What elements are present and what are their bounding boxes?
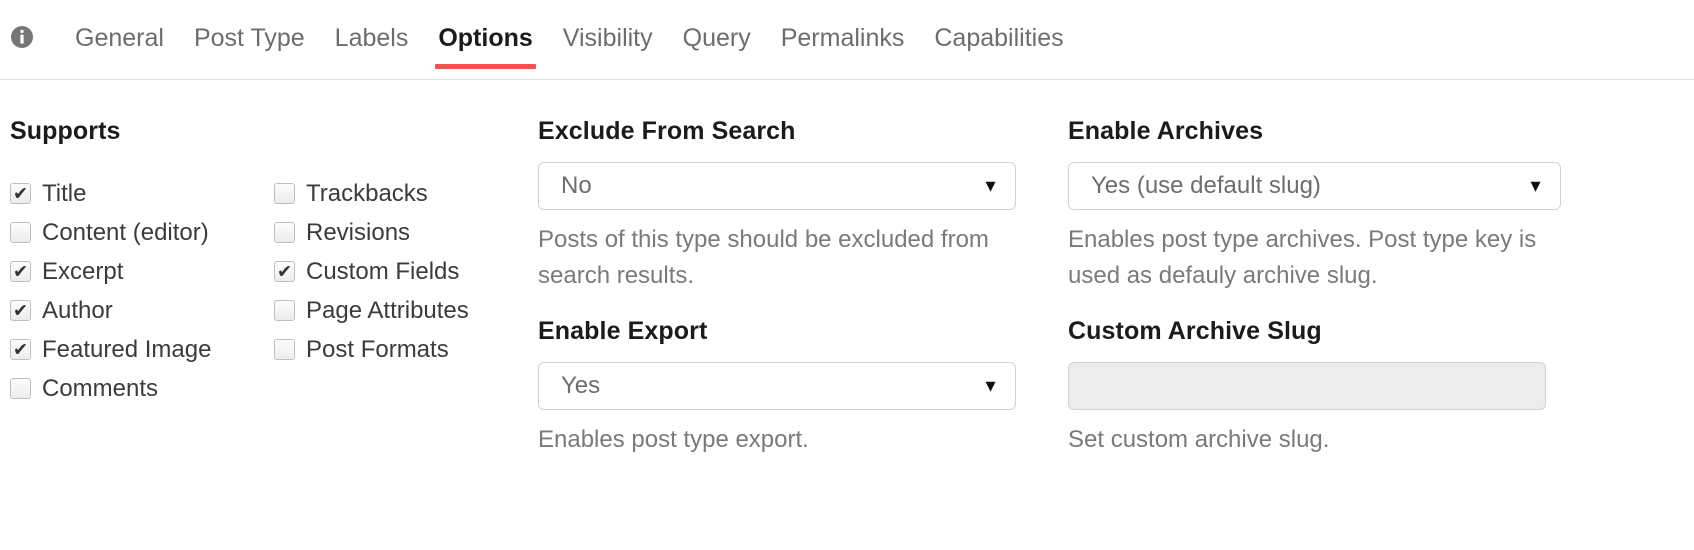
checkbox-label: Trackbacks <box>306 179 428 207</box>
tab-label: Options <box>438 24 533 52</box>
supports-heading: Supports <box>10 117 121 145</box>
select-value: Yes (use default slug) <box>1091 172 1321 199</box>
tab-general[interactable]: General <box>60 0 179 79</box>
enable-export-select[interactable]: Yes ▼ <box>538 362 1016 410</box>
enable-archives-help: Enables post type archives. Post type ke… <box>1068 226 1537 289</box>
supports-column-left: Title Content (editor) Excerpt Author <box>10 174 274 408</box>
enable-archives-select[interactable]: Yes (use default slug) ▼ <box>1068 162 1561 210</box>
supports-checkbox-grid: Title Content (editor) Excerpt Author <box>10 174 538 408</box>
tab-query[interactable]: Query <box>668 0 766 79</box>
checkbox-label: Author <box>42 296 113 324</box>
tab-label: Visibility <box>562 24 653 52</box>
active-tab-underline <box>435 64 536 69</box>
custom-archive-slug-input[interactable] <box>1068 362 1546 410</box>
enable-export-label: Enable Export <box>538 317 708 345</box>
tab-permalinks[interactable]: Permalinks <box>766 0 920 79</box>
checkbox-row-content-editor[interactable]: Content (editor) <box>10 213 274 252</box>
chevron-down-icon: ▼ <box>1527 176 1544 196</box>
tab-labels[interactable]: Labels <box>320 0 424 79</box>
tab-label: Permalinks <box>780 24 905 52</box>
supports-column-right: Trackbacks Revisions Custom Fields Page … <box>274 174 538 408</box>
checkbox-label: Content (editor) <box>42 218 209 246</box>
tab-visibility[interactable]: Visibility <box>548 0 668 79</box>
checkbox-row-author[interactable]: Author <box>10 291 274 330</box>
checkbox-row-page-attributes[interactable]: Page Attributes <box>274 291 538 330</box>
tab-bar: General Post Type Labels Options Visibil… <box>0 0 1694 80</box>
checkbox-row-post-formats[interactable]: Post Formats <box>274 330 538 369</box>
checkbox-content-editor[interactable] <box>10 222 31 243</box>
checkbox-label: Page Attributes <box>306 296 469 324</box>
tab-label: General <box>75 24 164 52</box>
enable-archives-label: Enable Archives <box>1068 117 1264 145</box>
tab-list: General Post Type Labels Options Visibil… <box>60 0 1079 79</box>
checkbox-post-formats[interactable] <box>274 339 295 360</box>
checkbox-page-attributes[interactable] <box>274 300 295 321</box>
checkbox-label: Comments <box>42 374 159 402</box>
supports-section: Supports Title Content (editor) Excerpt <box>0 116 538 408</box>
checkbox-custom-fields[interactable] <box>274 261 295 282</box>
checkbox-label: Post Formats <box>306 335 449 363</box>
exclude-from-search-select[interactable]: No ▼ <box>538 162 1016 210</box>
custom-archive-slug-label: Custom Archive Slug <box>1068 317 1322 345</box>
enable-export-field: Enable Export Yes ▼ Enables post type ex… <box>538 316 1068 458</box>
options-content: Supports Title Content (editor) Excerpt <box>0 80 1694 480</box>
chevron-down-icon: ▼ <box>982 176 999 196</box>
checkbox-excerpt[interactable] <box>10 261 31 282</box>
tab-post-type[interactable]: Post Type <box>179 0 320 79</box>
checkbox-revisions[interactable] <box>274 222 295 243</box>
info-circle-icon[interactable] <box>10 25 34 49</box>
select-value: No <box>561 172 592 199</box>
tab-capabilities[interactable]: Capabilities <box>919 0 1078 79</box>
tab-label: Post Type <box>193 24 305 52</box>
checkbox-row-trackbacks[interactable]: Trackbacks <box>274 174 538 213</box>
middle-column: Exclude From Search No ▼ Posts of this t… <box>538 116 1068 480</box>
checkbox-label: Title <box>42 179 87 207</box>
checkbox-label: Custom Fields <box>306 257 460 285</box>
checkbox-comments[interactable] <box>10 378 31 399</box>
exclude-from-search-field: Exclude From Search No ▼ Posts of this t… <box>538 116 1068 294</box>
tab-options[interactable]: Options <box>423 0 547 79</box>
checkbox-trackbacks[interactable] <box>274 183 295 204</box>
checkbox-row-custom-fields[interactable]: Custom Fields <box>274 252 538 291</box>
checkbox-row-revisions[interactable]: Revisions <box>274 213 538 252</box>
right-column: Enable Archives Yes (use default slug) ▼… <box>1068 116 1684 480</box>
checkbox-row-comments[interactable]: Comments <box>10 369 274 408</box>
custom-archive-slug-field: Custom Archive Slug Set custom archive s… <box>1068 316 1684 458</box>
select-value: Yes <box>561 372 601 399</box>
checkbox-row-excerpt[interactable]: Excerpt <box>10 252 274 291</box>
checkbox-featured-image[interactable] <box>10 339 31 360</box>
tab-label: Query <box>682 24 751 52</box>
enable-export-help: Enables post type export. <box>538 426 809 453</box>
checkbox-row-featured-image[interactable]: Featured Image <box>10 330 274 369</box>
exclude-from-search-label: Exclude From Search <box>538 117 796 145</box>
tab-label: Labels <box>334 24 409 52</box>
exclude-from-search-help: Posts of this type should be excluded fr… <box>538 226 989 289</box>
checkbox-row-title[interactable]: Title <box>10 174 274 213</box>
tab-label: Capabilities <box>934 24 1064 52</box>
enable-archives-field: Enable Archives Yes (use default slug) ▼… <box>1068 116 1684 294</box>
checkbox-label: Excerpt <box>42 257 124 285</box>
checkbox-label: Featured Image <box>42 335 212 363</box>
checkbox-label: Revisions <box>306 218 411 246</box>
chevron-down-icon: ▼ <box>982 376 999 396</box>
post-type-options-panel: General Post Type Labels Options Visibil… <box>0 0 1694 550</box>
checkbox-title[interactable] <box>10 183 31 204</box>
custom-archive-slug-help: Set custom archive slug. <box>1068 426 1330 453</box>
checkbox-author[interactable] <box>10 300 31 321</box>
